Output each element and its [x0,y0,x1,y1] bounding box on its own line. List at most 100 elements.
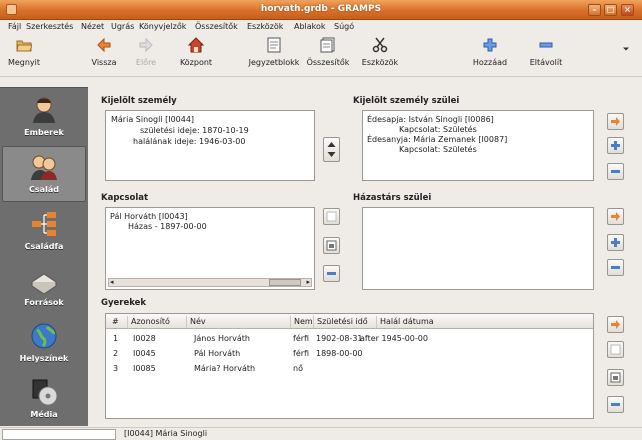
add-button[interactable]: Hozzáad [470,37,510,67]
minimize-button[interactable]: – [588,4,601,16]
father-relation: Kapcsolat: Születés [399,125,477,134]
blank-page-icon [610,344,621,355]
menu-bookmarks[interactable]: Könyvjelzők [139,22,186,31]
status-bar: [I0044] Mária Sinogli [0,427,642,440]
cell-number: 3 [113,364,119,373]
window-title: horvath.grdb - GRAMPS [260,4,382,14]
spouse-line: Pál Horváth [I0043] [110,212,188,221]
cell-name: János Horváth [194,334,250,343]
father-line: Édesapja: István Sinogli [I0086] [367,115,494,124]
arrow-right-icon [611,212,620,221]
cell-id: I0045 [133,349,156,358]
cell-birth: 1898-00-00 [316,349,363,358]
column-header-gender[interactable]: Nem [290,316,313,328]
relationship-edit-button[interactable] [323,237,340,254]
open-button[interactable]: Megnyit [6,37,42,67]
column-header-death[interactable]: Halál dátuma [376,316,434,328]
parents-remove-button[interactable] [607,163,624,180]
children-select-button[interactable] [607,341,624,358]
mother-relation: Kapcsolat: Születés [399,145,477,154]
children-edit-button[interactable] [607,316,624,333]
children-table[interactable]: # Azonosító Név Nem Születési idő Halál … [105,313,594,419]
cell-number: 2 [113,349,119,358]
sidebar: Emberek Család Családfa Források Helyszí… [0,87,88,426]
menu-go[interactable]: Ugrás [111,22,134,31]
menu-bar: Fájl Szerkesztés Nézet Ugrás Könyvjelzők… [0,20,642,34]
spouse-parents-edit-button[interactable] [607,208,624,225]
toolbar-overflow-button[interactable] [620,45,632,53]
spouse-parents-box[interactable] [362,207,594,290]
column-header-name[interactable]: Név [186,316,206,328]
column-header-id[interactable]: Azonosító [127,316,170,328]
menu-edit[interactable]: Szerkesztés [26,22,73,31]
home-icon [188,37,204,53]
cell-number: 1 [113,334,119,343]
remove-button[interactable]: Eltávolít [526,37,566,67]
scroll-right-icon[interactable]: ▸ [306,278,310,286]
table-row[interactable]: 1 I0028 János Horváth férfi 1902-08-31 a… [106,332,593,346]
forward-button[interactable]: Előre [128,37,164,67]
sidebar-item-places[interactable]: Helyszínek [2,316,86,372]
menu-windows[interactable]: Ablakok [294,22,326,31]
sidebar-item-media[interactable]: Média [2,372,86,428]
children-title: Gyerekek [101,298,147,308]
remove-icon [539,42,553,48]
active-person-box[interactable]: Mária Sinogli [I0044] születési ideje: 1… [105,110,315,181]
cell-id: I0028 [133,334,156,343]
scrollbar-thumb[interactable] [269,279,301,286]
table-row[interactable]: 2 I0045 Pál Horváth férfi 1898-00-00 [106,347,593,361]
parents-edit-button[interactable] [607,113,624,130]
folder-open-icon [16,40,32,52]
menu-reports[interactable]: Összesítők [195,22,238,31]
relationship-select-button[interactable] [323,208,340,225]
relationship-box[interactable]: Pál Horváth [I0043] Házas - 1897-00-00 ◂… [105,207,315,290]
relationship-scrollbar[interactable]: ◂ ▸ [108,278,312,287]
relationship-remove-button[interactable] [323,265,340,282]
media-icon [32,379,58,406]
cell-gender: férfi [293,334,310,343]
scissors-icon [372,37,388,53]
column-header-number[interactable]: # [109,316,119,328]
parents-add-button[interactable] [607,137,624,154]
globe-icon [31,323,57,349]
progress-bar [2,429,116,440]
menu-file[interactable]: Fájl [8,22,21,31]
children-table-header: # Azonosító Név Nem Születési idő Halál … [106,314,593,329]
scroll-left-icon[interactable]: ◂ [110,278,114,286]
remove-icon [611,266,620,269]
children-remove-button[interactable] [607,396,624,413]
active-person-name: Mária Sinogli [I0044] [111,115,195,124]
active-person-birth: születési ideje: 1870-10-19 [140,126,249,135]
parents-box[interactable]: Édesapja: István Sinogli [I0086] Kapcsol… [362,110,594,181]
sources-icon [31,273,57,294]
marriage-line: Házas - 1897-00-00 [128,222,207,231]
tools-button[interactable]: Eszközök [358,37,402,67]
sidebar-item-sources[interactable]: Források [2,260,86,316]
maximize-button[interactable]: □ [604,4,617,16]
chevron-down-icon [623,47,629,51]
menu-help[interactable]: Súgó [334,22,354,31]
sidebar-item-family-tree[interactable]: Családfa [2,204,86,260]
reports-button[interactable]: Összesítők [304,37,352,67]
children-add-existing-button[interactable] [607,369,624,386]
table-row[interactable]: 3 I0085 Mária? Horváth nő [106,362,593,376]
cell-name: Mária? Horváth [194,364,256,373]
blank-page-icon [326,211,337,222]
maximize-icon: □ [606,5,615,14]
menu-tools[interactable]: Eszközök [247,22,283,31]
up-down-arrows-icon [327,142,336,157]
edit-icon [326,240,337,251]
spouse-parents-add-button[interactable] [607,234,624,251]
family-icon [31,155,57,180]
home-button[interactable]: Központ [176,37,216,67]
close-button[interactable]: × [621,4,634,16]
swap-button[interactable] [323,137,340,162]
sidebar-item-family[interactable]: Család [2,146,86,202]
notepad-button[interactable]: Jegyzetblokk [248,37,300,67]
column-header-birth[interactable]: Születési idő [313,316,368,328]
menu-view[interactable]: Nézet [81,22,104,31]
remove-icon [611,403,620,406]
back-button[interactable]: Vissza [86,37,122,67]
sidebar-item-people[interactable]: Emberek [2,90,86,146]
spouse-parents-remove-button[interactable] [607,259,624,276]
